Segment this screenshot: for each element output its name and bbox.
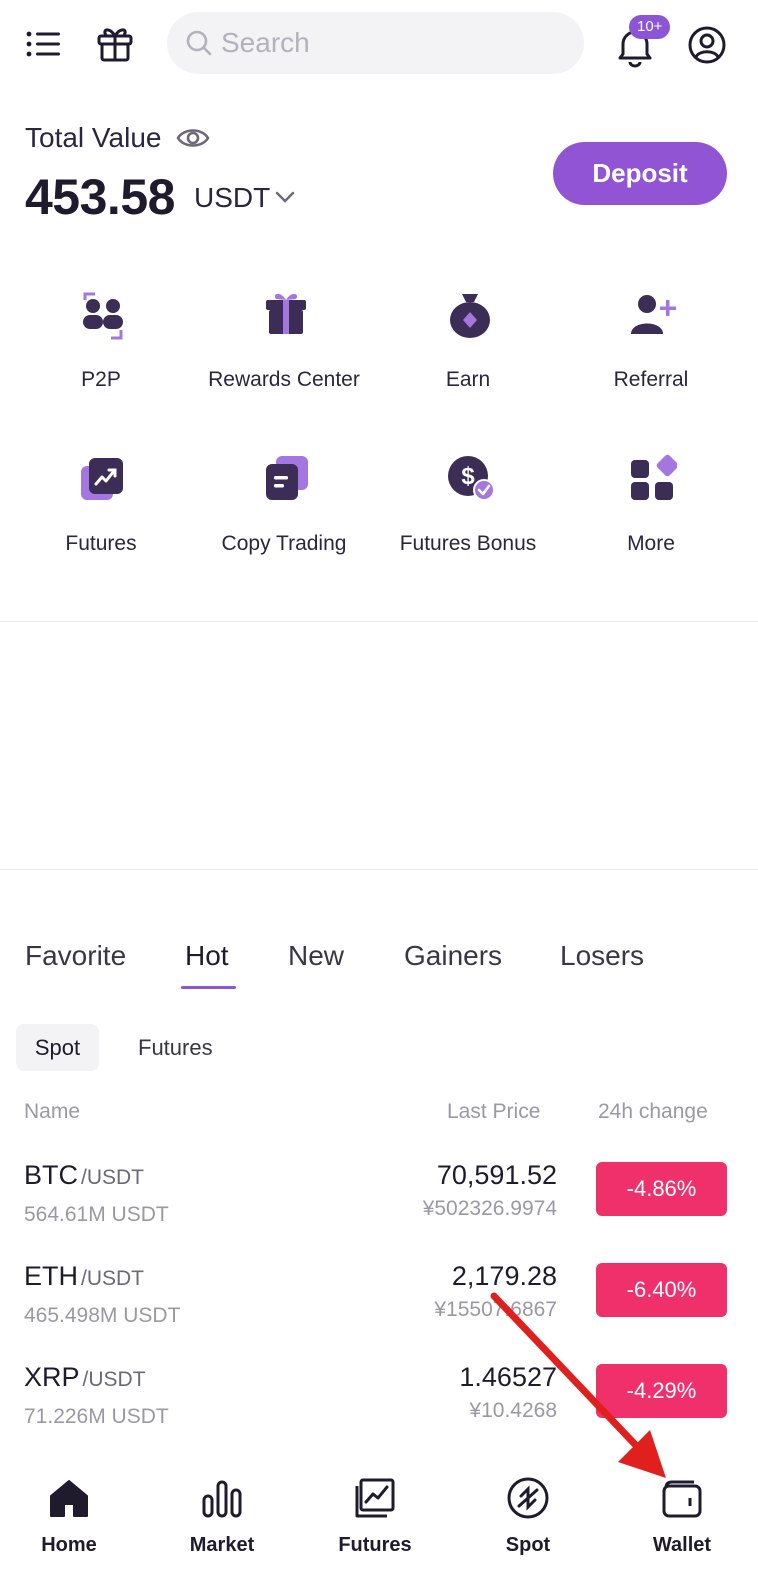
- nav-label: Wallet: [652, 1534, 712, 1556]
- shortcut-p2p[interactable]: P2P: [9, 290, 193, 430]
- shortcut-label: Rewards Center: [208, 368, 360, 391]
- section-divider: [0, 621, 758, 622]
- shortcut-label: More: [627, 532, 675, 555]
- quote-asset: /USDT: [81, 1267, 144, 1290]
- shortcut-label: Referral: [613, 368, 689, 391]
- pair-symbol: XRP/USDT: [24, 1362, 146, 1393]
- nav-home[interactable]: Home: [9, 1462, 129, 1578]
- shortcut-label: Futures Bonus: [399, 532, 537, 555]
- volume: 71.226M USDT: [24, 1405, 169, 1428]
- volume: 465.498M USDT: [24, 1304, 181, 1327]
- menu-icon[interactable]: [22, 24, 64, 64]
- shortcut-label: Futures: [65, 532, 137, 555]
- nav-label: Market: [189, 1534, 255, 1556]
- section-divider: [0, 869, 758, 870]
- nav-label: Spot: [505, 1534, 551, 1556]
- quote-asset: /USDT: [81, 1166, 144, 1189]
- search-input[interactable]: [221, 27, 551, 59]
- top-bar: 10+: [0, 0, 758, 88]
- currency-selector[interactable]: USDT: [194, 182, 270, 214]
- shortcut-futures[interactable]: Futures: [9, 454, 193, 594]
- gift-icon[interactable]: [94, 22, 136, 64]
- deposit-button[interactable]: Deposit: [553, 142, 727, 205]
- shortcut-earn[interactable]: Earn: [376, 290, 560, 430]
- volume: 564.61M USDT: [24, 1203, 169, 1226]
- total-value-label: Total Value: [25, 122, 162, 153]
- column-header-last-price: Last Price: [447, 1100, 541, 1123]
- grid-more-icon: [631, 454, 677, 500]
- shortcut-referral[interactable]: Referral: [559, 290, 743, 430]
- dollar-check-icon: $: [448, 456, 494, 501]
- line-chart-icon: [355, 1478, 395, 1518]
- p2p-icon: [83, 292, 123, 340]
- pair-symbol: ETH/USDT: [24, 1261, 144, 1292]
- svg-text:$: $: [461, 463, 475, 490]
- base-asset: XRP: [24, 1362, 80, 1392]
- tab-new[interactable]: New: [288, 940, 344, 972]
- shortcut-copy-trading[interactable]: Copy Trading: [192, 454, 376, 594]
- annotation-arrow: [490, 1292, 666, 1478]
- home-icon: [50, 1480, 88, 1517]
- tab-gainers[interactable]: Gainers: [404, 940, 502, 972]
- futures-chart-icon: [81, 458, 123, 500]
- change-badge: -4.86%: [596, 1162, 727, 1216]
- total-value-amount: 453.58: [25, 169, 175, 225]
- quote-asset: /USDT: [82, 1368, 146, 1391]
- gift-box-icon: [266, 293, 306, 334]
- column-header-name: Name: [24, 1100, 81, 1123]
- price-cny: ¥502326.9974: [422, 1197, 557, 1220]
- shortcut-rewards-center[interactable]: Rewards Center: [192, 290, 376, 430]
- bar-chart-icon: [202, 1480, 242, 1518]
- column-header-24h-change: 24h change: [598, 1100, 708, 1123]
- last-price: 2,179.28: [451, 1261, 557, 1291]
- eye-icon[interactable]: [176, 121, 210, 155]
- shortcut-label: Earn: [445, 368, 491, 391]
- nav-market[interactable]: Market: [162, 1462, 282, 1578]
- nav-label: Home: [41, 1534, 97, 1556]
- search-bar[interactable]: [167, 12, 584, 74]
- base-asset: ETH: [24, 1261, 78, 1291]
- profile-icon[interactable]: [686, 24, 728, 66]
- subtab-spot[interactable]: Spot: [16, 1024, 99, 1071]
- subtab-futures[interactable]: Futures: [138, 1024, 213, 1071]
- copy-trading-icon: [266, 456, 308, 500]
- nav-futures[interactable]: Futures: [315, 1462, 435, 1578]
- base-asset: BTC: [24, 1160, 78, 1190]
- tab-favorite[interactable]: Favorite: [25, 940, 126, 972]
- table-row[interactable]: BTC/USDT 564.61M USDT 70,591.52 ¥502326.…: [0, 1160, 758, 1260]
- chevron-down-icon[interactable]: [273, 186, 297, 208]
- shortcut-label: Copy Trading: [221, 532, 347, 555]
- nav-label: Futures: [338, 1534, 412, 1556]
- shortcut-label: P2P: [81, 368, 121, 391]
- pair-symbol: BTC/USDT: [24, 1160, 144, 1191]
- active-tab-indicator: [181, 986, 236, 989]
- add-user-icon: [631, 295, 676, 334]
- money-bag-icon: [450, 294, 490, 338]
- shortcut-futures-bonus[interactable]: $ Futures Bonus: [376, 454, 560, 594]
- shortcut-more[interactable]: More: [559, 454, 743, 594]
- search-icon: [186, 30, 212, 56]
- last-price: 70,591.52: [436, 1160, 557, 1190]
- tab-hot[interactable]: Hot: [185, 940, 229, 972]
- tab-losers[interactable]: Losers: [560, 940, 644, 972]
- notification-badge: 10+: [629, 15, 671, 39]
